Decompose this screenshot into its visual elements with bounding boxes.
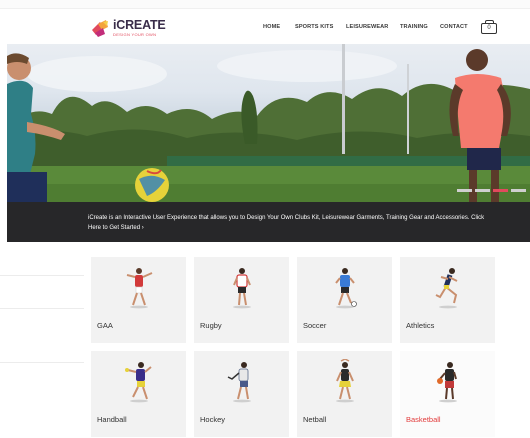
category-label: Soccer xyxy=(303,321,327,330)
top-strip xyxy=(0,0,530,9)
category-card-basketball[interactable]: Basketball xyxy=(400,351,495,437)
cart-icon[interactable]: 0 xyxy=(481,20,497,34)
category-card-soccer[interactable]: Soccer xyxy=(297,257,392,343)
slider-dot-3[interactable] xyxy=(493,189,508,192)
gaa-player-icon xyxy=(126,268,153,309)
hero-banner[interactable]: iCreate is an Interactive User Experienc… xyxy=(7,44,530,242)
cart-count: 0 xyxy=(487,25,491,31)
divider-left-2 xyxy=(0,308,84,309)
nav-sports-kits[interactable]: SPORTS KITS xyxy=(295,24,333,30)
category-label: Handball xyxy=(97,415,127,424)
slider-dot-2[interactable] xyxy=(475,189,490,192)
logo-mark-icon xyxy=(92,20,108,37)
hero-caption[interactable]: iCreate is an Interactive User Experienc… xyxy=(7,202,530,242)
category-card-gaa[interactable]: GAA xyxy=(91,257,186,343)
slider-dot-4[interactable] xyxy=(511,189,526,192)
soccer-player-icon xyxy=(335,268,357,309)
category-label: Netball xyxy=(303,415,327,424)
handball-player-icon xyxy=(125,362,152,403)
divider-left-3 xyxy=(0,362,84,363)
divider-left-1 xyxy=(0,275,84,276)
nav-leisurewear[interactable]: LEISUREWEAR xyxy=(346,24,388,30)
rugby-player-icon xyxy=(233,268,251,309)
basketball-player-icon xyxy=(437,362,457,403)
site-header: iCREATE DESIGN YOUR OWN HOME SPORTS KITS… xyxy=(0,10,530,44)
nav-contact[interactable]: CONTACT xyxy=(440,24,468,30)
netball-player-icon xyxy=(336,359,354,403)
category-label: Hockey xyxy=(200,415,226,424)
category-card-handball[interactable]: Handball xyxy=(91,351,186,437)
nav-home-link[interactable]: HOME xyxy=(263,24,280,30)
slider-dot-1[interactable] xyxy=(457,189,472,192)
logo-tagline: DESIGN YOUR OWN xyxy=(113,32,157,38)
nav-training[interactable]: TRAINING xyxy=(400,24,428,30)
slider-dots xyxy=(457,189,526,193)
category-label: Rugby xyxy=(200,321,222,330)
category-label: GAA xyxy=(97,321,113,330)
category-card-rugby[interactable]: Rugby xyxy=(194,257,289,343)
athletics-runner-icon xyxy=(435,268,458,309)
hero-caption-text[interactable]: iCreate is an Interactive User Experienc… xyxy=(88,214,498,233)
logo-title: iCREATE xyxy=(113,17,166,32)
category-card-hockey[interactable]: Hockey xyxy=(194,351,289,437)
category-card-athletics[interactable]: Athletics xyxy=(400,257,495,343)
brand-logo[interactable]: iCREATE DESIGN YOUR OWN xyxy=(90,16,170,40)
category-label: Basketball xyxy=(406,415,441,424)
hero-image xyxy=(7,44,530,202)
hockey-player-icon xyxy=(227,362,251,403)
category-card-netball[interactable]: Netball xyxy=(297,351,392,437)
hero-scene-illustration xyxy=(7,44,530,202)
category-label: Athletics xyxy=(406,321,435,330)
